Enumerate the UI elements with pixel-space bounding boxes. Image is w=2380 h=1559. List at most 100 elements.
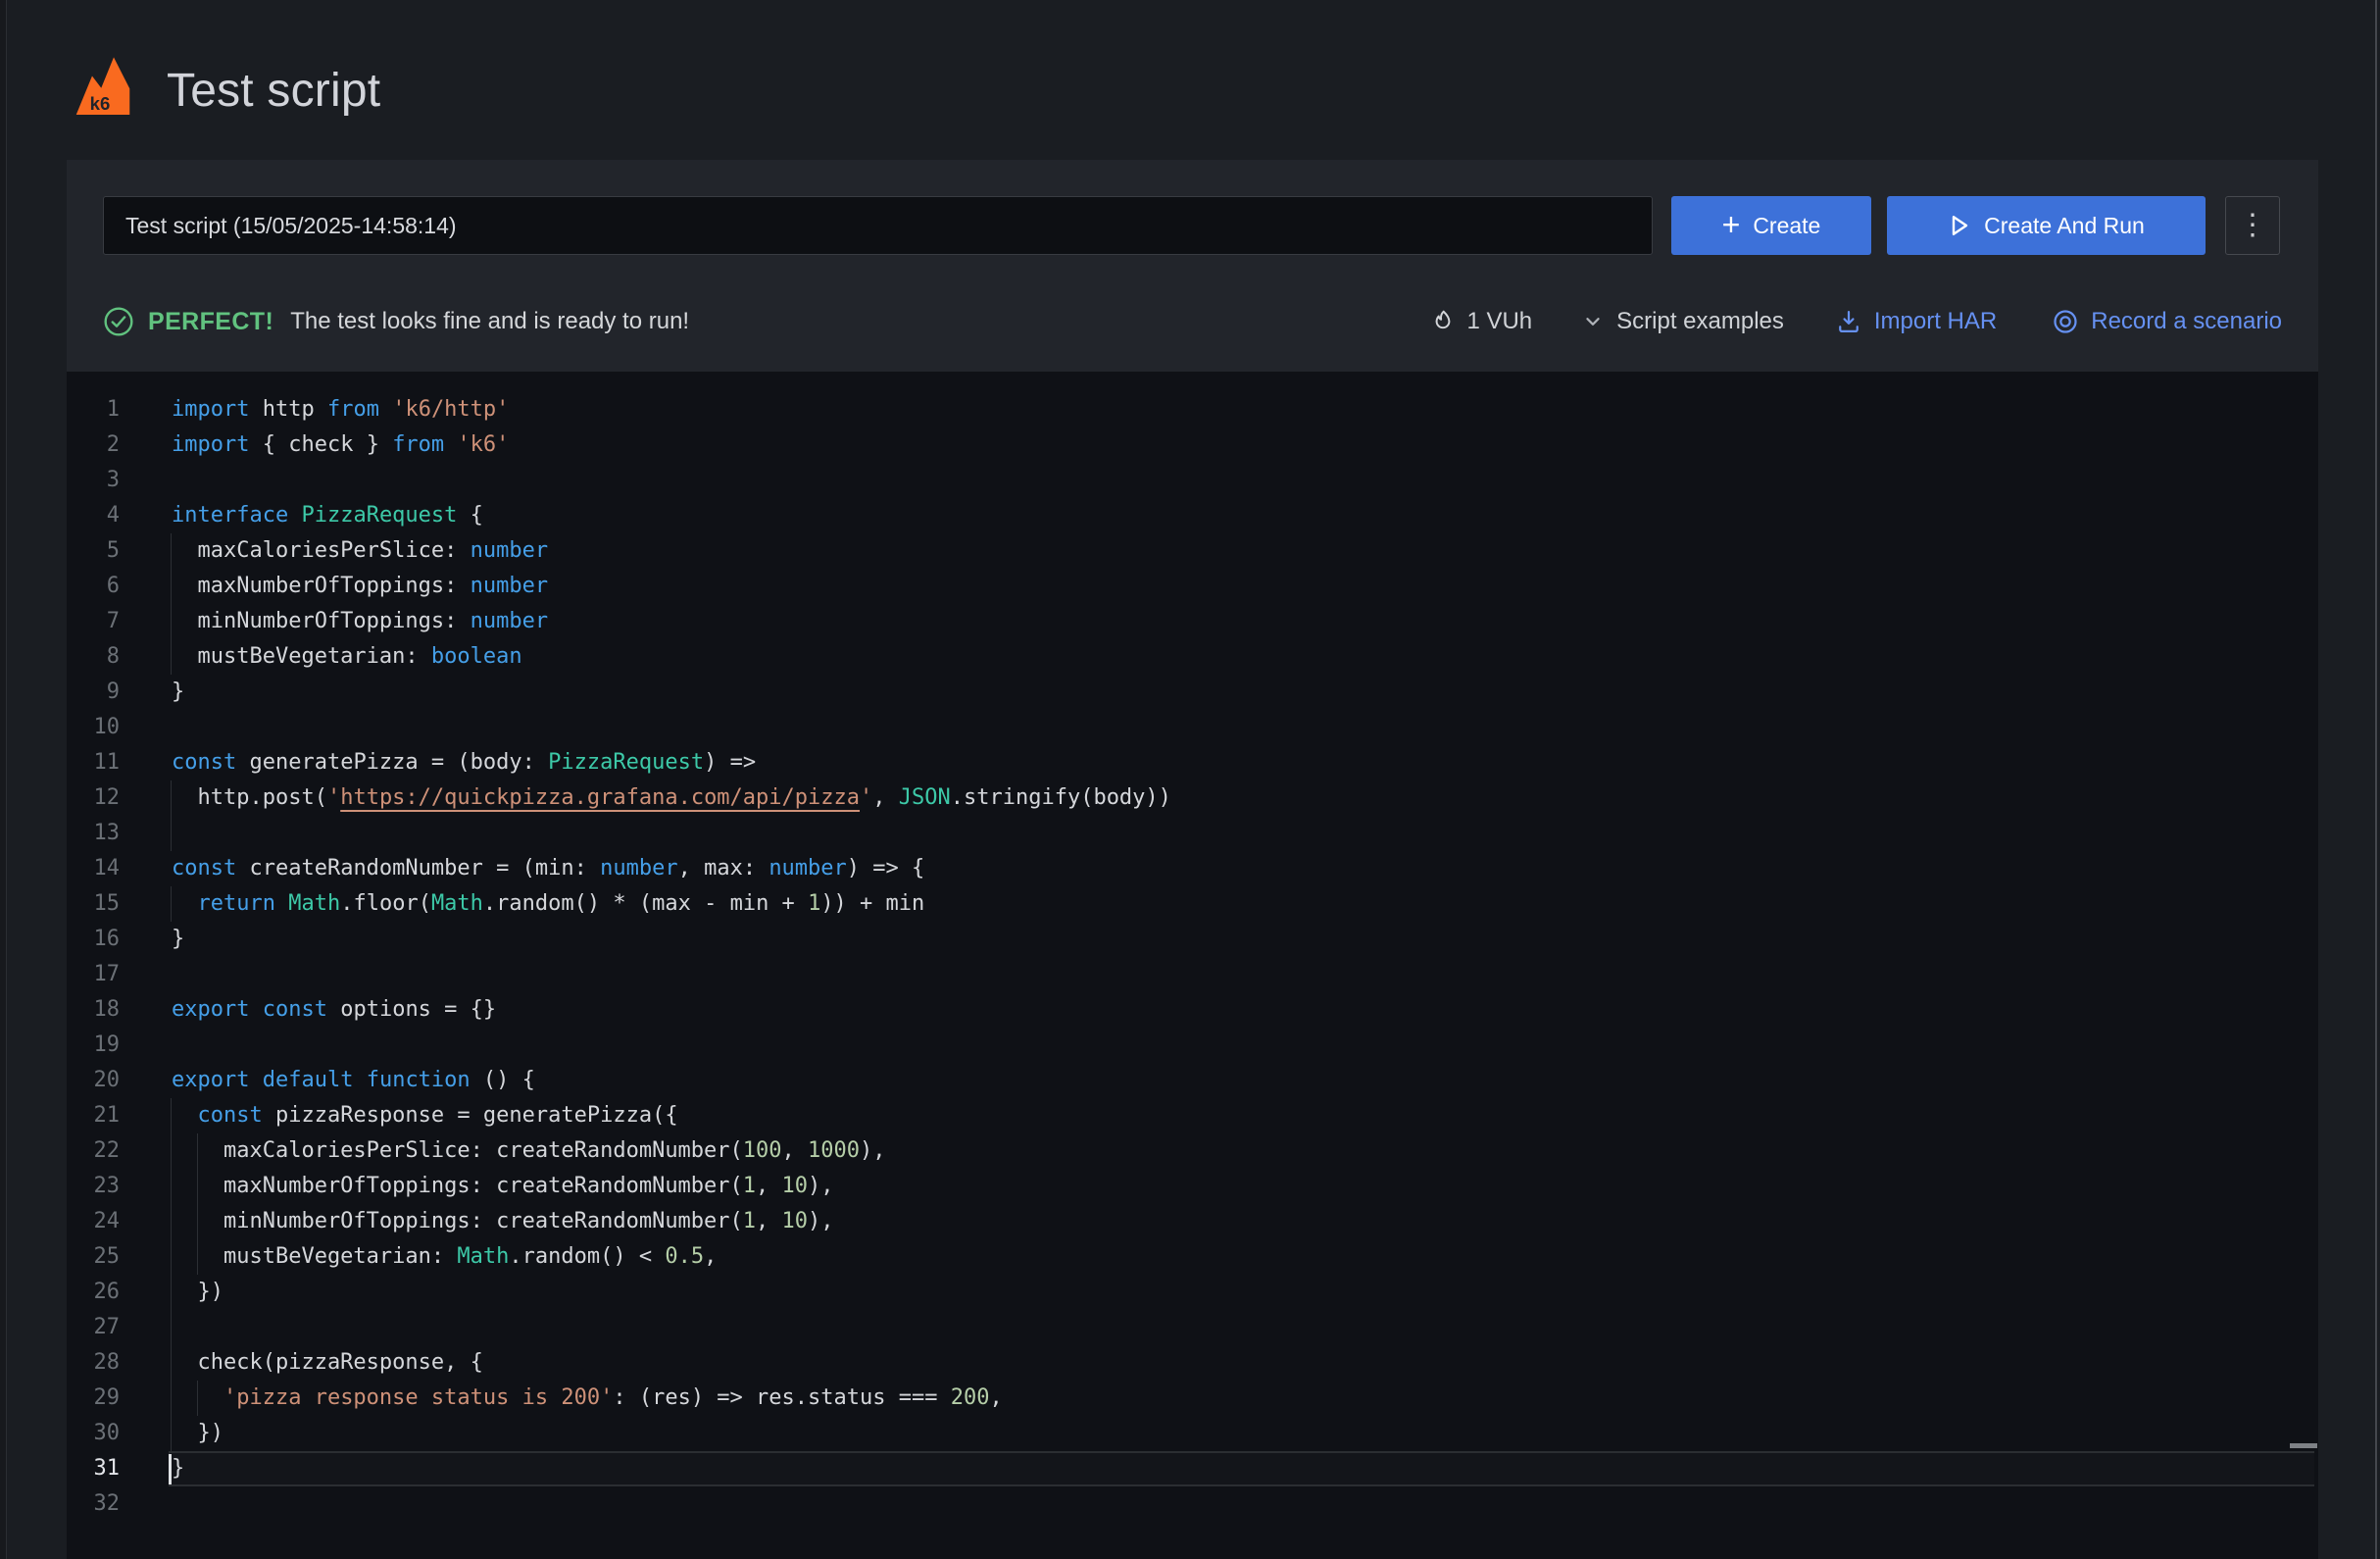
create-button[interactable]: + Create xyxy=(1671,196,1871,255)
toolbar-panel: + Create Create And Run ⋮ PERFECT! The t… xyxy=(67,160,2318,372)
indent-guide xyxy=(197,1381,198,1416)
code-line-27[interactable] xyxy=(172,1310,1171,1345)
code-line-21[interactable]: const pizzaResponse = generatePizza({ xyxy=(172,1098,1171,1133)
line-number: 5 xyxy=(67,533,120,569)
line-number: 24 xyxy=(67,1204,120,1239)
code-line-15[interactable]: return Math.floor(Math.random() * (max -… xyxy=(172,886,1171,922)
line-number: 29 xyxy=(67,1381,120,1416)
page-title: Test script xyxy=(167,63,380,120)
line-number: 19 xyxy=(67,1028,120,1063)
code-line-16[interactable]: } xyxy=(172,922,1171,957)
code-line-25[interactable]: mustBeVegetarian: Math.random() < 0.5, xyxy=(172,1239,1171,1275)
script-examples-label: Script examples xyxy=(1616,308,1784,335)
line-number: 13 xyxy=(67,816,120,851)
line-number: 32 xyxy=(67,1486,120,1522)
import-har-link[interactable]: Import HAR xyxy=(1835,308,1997,335)
code-line-17[interactable] xyxy=(172,957,1171,992)
code-line-22[interactable]: maxCaloriesPerSlice: createRandomNumber(… xyxy=(172,1133,1171,1169)
record-scenario-label: Record a scenario xyxy=(2091,308,2282,335)
line-number: 26 xyxy=(67,1275,120,1310)
code-editor[interactable]: 1234567891011121314151617181920212223242… xyxy=(67,372,2318,1559)
line-number: 30 xyxy=(67,1416,120,1451)
indent-guide xyxy=(171,533,172,675)
k6-test-script-page: k6 Test script + Create Create And Run ⋮ xyxy=(0,0,2380,1559)
script-examples-dropdown[interactable]: Script examples xyxy=(1583,308,1784,335)
code-line-24[interactable]: minNumberOfToppings: createRandomNumber(… xyxy=(172,1204,1171,1239)
line-number: 31 xyxy=(67,1451,120,1486)
check-circle-icon xyxy=(103,306,134,337)
code-line-23[interactable]: maxNumberOfToppings: createRandomNumber(… xyxy=(172,1169,1171,1204)
code-line-5[interactable]: maxCaloriesPerSlice: number xyxy=(172,533,1171,569)
code-line-8[interactable]: mustBeVegetarian: boolean xyxy=(172,639,1171,675)
code-line-6[interactable]: maxNumberOfToppings: number xyxy=(172,569,1171,604)
status-message: The test looks fine and is ready to run! xyxy=(290,308,689,335)
line-number: 2 xyxy=(67,427,120,463)
code-line-4[interactable]: interface PizzaRequest { xyxy=(172,498,1171,533)
line-number: 28 xyxy=(67,1345,120,1381)
line-number: 15 xyxy=(67,886,120,922)
status-actions: 1 VUh Script examples Import HAR xyxy=(1429,308,2282,335)
flame-icon xyxy=(1429,308,1457,335)
line-number: 8 xyxy=(67,639,120,675)
code-line-1[interactable]: import http from 'k6/http' xyxy=(172,392,1171,427)
more-options-button[interactable]: ⋮ xyxy=(2225,196,2280,255)
line-number: 25 xyxy=(67,1239,120,1275)
code-line-29[interactable]: 'pizza response status is 200': (res) =>… xyxy=(172,1381,1171,1416)
gutter: 1234567891011121314151617181920212223242… xyxy=(67,392,120,1522)
create-button-label: Create xyxy=(1753,213,1820,239)
code-line-30[interactable]: }) xyxy=(172,1416,1171,1451)
line-number: 10 xyxy=(67,710,120,745)
create-and-run-button[interactable]: Create And Run xyxy=(1887,196,2206,255)
svg-text:k6: k6 xyxy=(90,93,111,114)
code-line-20[interactable]: export default function () { xyxy=(172,1063,1171,1098)
line-number: 3 xyxy=(67,463,120,498)
import-har-label: Import HAR xyxy=(1874,308,1997,335)
vuh-label: 1 VUh xyxy=(1466,308,1532,335)
test-name-input[interactable] xyxy=(103,196,1653,255)
code-line-26[interactable]: }) xyxy=(172,1275,1171,1310)
code-line-12[interactable]: http.post('https://quickpizza.grafana.co… xyxy=(172,780,1171,816)
record-scenario-link[interactable]: Record a scenario xyxy=(2052,308,2282,335)
line-number: 23 xyxy=(67,1169,120,1204)
play-outline-icon xyxy=(1948,213,1971,238)
line-number: 14 xyxy=(67,851,120,886)
code-line-11[interactable]: const generatePizza = (body: PizzaReques… xyxy=(172,745,1171,780)
line-number: 27 xyxy=(67,1310,120,1345)
code-line-14[interactable]: const createRandomNumber = (min: number,… xyxy=(172,851,1171,886)
code-line-10[interactable] xyxy=(172,710,1171,745)
indent-guide xyxy=(171,780,172,851)
line-number: 7 xyxy=(67,604,120,639)
line-number: 18 xyxy=(67,992,120,1028)
window-right-edge xyxy=(2375,0,2377,1559)
window-left-edge xyxy=(0,0,7,1559)
indent-guide xyxy=(197,1133,198,1275)
code-line-9[interactable]: } xyxy=(172,675,1171,710)
line-number: 12 xyxy=(67,780,120,816)
line-number: 11 xyxy=(67,745,120,780)
code-line-7[interactable]: minNumberOfToppings: number xyxy=(172,604,1171,639)
indent-guide xyxy=(171,886,172,922)
validation-status: PERFECT! The test looks fine and is read… xyxy=(103,306,689,337)
record-circle-icon xyxy=(2052,308,2079,335)
kebab-menu-icon: ⋮ xyxy=(2238,211,2267,240)
code-line-13[interactable] xyxy=(172,816,1171,851)
code-line-32[interactable] xyxy=(172,1486,1171,1522)
code-line-2[interactable]: import { check } from 'k6' xyxy=(172,427,1171,463)
code-line-3[interactable] xyxy=(172,463,1171,498)
chevron-down-icon xyxy=(1583,312,1603,331)
code-content[interactable]: import http from 'k6/http'import { check… xyxy=(172,392,1171,1522)
create-and-run-label: Create And Run xyxy=(1984,213,2145,239)
line-number: 17 xyxy=(67,957,120,992)
status-row: PERFECT! The test looks fine and is read… xyxy=(103,300,2282,343)
text-cursor xyxy=(169,1454,172,1484)
line-number: 9 xyxy=(67,675,120,710)
line-number: 16 xyxy=(67,922,120,957)
code-line-28[interactable]: check(pizzaResponse, { xyxy=(172,1345,1171,1381)
line-number: 21 xyxy=(67,1098,120,1133)
code-line-19[interactable] xyxy=(172,1028,1171,1063)
code-line-31[interactable]: } xyxy=(172,1451,1171,1486)
code-line-18[interactable]: export const options = {} xyxy=(172,992,1171,1028)
k6-logo: k6 xyxy=(74,55,131,118)
line-number: 22 xyxy=(67,1133,120,1169)
plus-icon: + xyxy=(1722,209,1741,240)
